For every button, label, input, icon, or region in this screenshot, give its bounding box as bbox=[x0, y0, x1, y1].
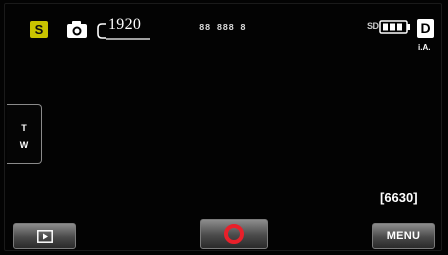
camera-screen: S 1920 88 888 8 SD D i.A. T W [6630] MEN… bbox=[0, 0, 448, 255]
format-badge: D bbox=[417, 19, 434, 38]
zoom-tele-label[interactable]: T bbox=[7, 123, 41, 133]
play-icon bbox=[36, 229, 53, 243]
menu-button-label: MENU bbox=[386, 230, 421, 242]
menu-button[interactable]: MENU bbox=[372, 223, 435, 249]
storage-label: SD bbox=[367, 21, 379, 31]
status-readout: 88 888 8 bbox=[199, 23, 247, 33]
zoom-control[interactable]: T W bbox=[7, 104, 42, 164]
remaining-shots: [6630] bbox=[380, 190, 418, 205]
scene-mode-badge[interactable]: S bbox=[30, 21, 48, 38]
auto-mode-label: i.A. bbox=[418, 43, 431, 52]
resolution-label: 1920 bbox=[108, 16, 142, 33]
screen-border bbox=[4, 3, 442, 251]
record-button[interactable] bbox=[200, 219, 268, 249]
camera-icon bbox=[67, 21, 87, 38]
playback-button[interactable] bbox=[13, 223, 76, 249]
battery-icon bbox=[379, 20, 410, 34]
record-icon bbox=[224, 224, 244, 244]
zoom-wide-label[interactable]: W bbox=[7, 140, 41, 150]
